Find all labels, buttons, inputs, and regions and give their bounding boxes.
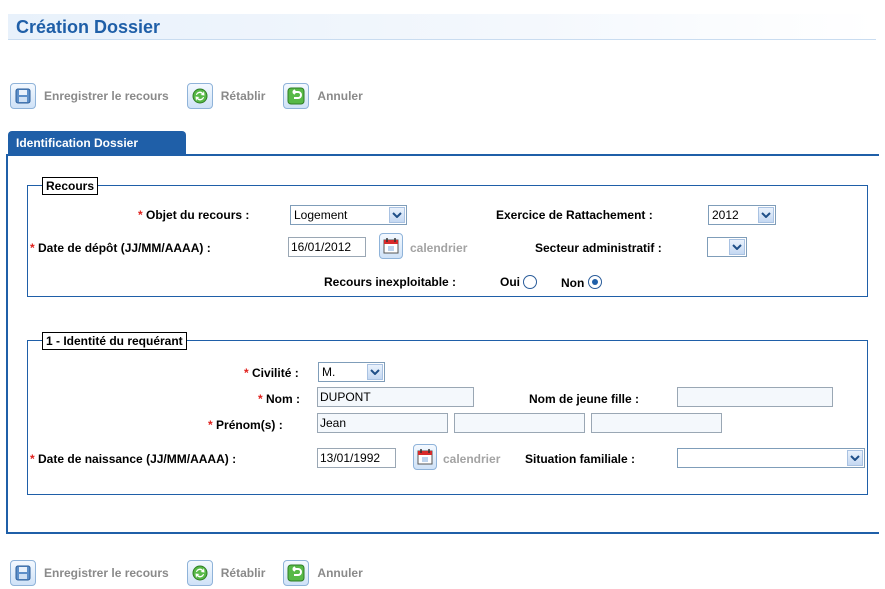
save-button[interactable]: Enregistrer le recours bbox=[10, 560, 169, 586]
nom-input[interactable]: DUPONT bbox=[317, 387, 474, 407]
date-depot-label: * Date de dépôt (JJ/MM/AAAA) : bbox=[30, 241, 211, 255]
bottom-toolbar: Enregistrer le recours Rétablir Annuler bbox=[10, 557, 381, 589]
situation-select[interactable] bbox=[677, 448, 865, 468]
exercice-label: Exercice de Rattachement : bbox=[496, 208, 653, 222]
save-icon bbox=[10, 83, 36, 109]
nom-jeune-fille-input[interactable] bbox=[677, 387, 833, 407]
required-marker: * bbox=[30, 452, 35, 466]
inexploitable-label: Recours inexploitable : bbox=[324, 275, 457, 289]
undo-icon bbox=[283, 560, 310, 586]
header-divider bbox=[8, 39, 876, 40]
calendar-icon[interactable] bbox=[413, 444, 437, 470]
civilite-select-value: M. bbox=[322, 365, 336, 379]
page-header: Création Dossier bbox=[8, 14, 876, 40]
save-label: Enregistrer le recours bbox=[44, 89, 169, 103]
top-toolbar: Enregistrer le recours Rétablir Annuler bbox=[10, 80, 381, 112]
required-marker: * bbox=[208, 418, 213, 432]
non-label: Non bbox=[561, 276, 585, 290]
prenom-label: * Prénom(s) : bbox=[208, 418, 283, 432]
save-label: Enregistrer le recours bbox=[44, 566, 169, 580]
exercice-select-value: 2012 bbox=[712, 208, 739, 222]
calendar-link[interactable]: calendrier bbox=[410, 241, 467, 255]
calendar-icon[interactable] bbox=[379, 233, 403, 259]
required-marker: * bbox=[258, 392, 263, 406]
chevron-down-icon bbox=[367, 364, 383, 380]
reset-button[interactable]: Rétablir bbox=[186, 560, 266, 586]
nom-jeune-fille-label: Nom de jeune fille : bbox=[529, 392, 640, 406]
calendar-link[interactable]: calendrier bbox=[443, 452, 500, 466]
cancel-label: Annuler bbox=[317, 566, 363, 580]
prenom-input-2[interactable] bbox=[454, 413, 585, 433]
prenom-input-1[interactable]: Jean bbox=[317, 413, 448, 433]
required-marker: * bbox=[244, 366, 249, 380]
exercice-select[interactable]: 2012 bbox=[708, 205, 776, 225]
reset-label: Rétablir bbox=[220, 566, 266, 580]
secteur-label: Secteur administratif : bbox=[535, 241, 662, 255]
required-marker: * bbox=[138, 208, 143, 222]
page-title: Création Dossier bbox=[16, 17, 161, 37]
refresh-icon bbox=[186, 560, 213, 586]
identite-legend: 1 - Identité du requérant bbox=[42, 332, 187, 350]
undo-icon bbox=[283, 83, 310, 109]
non-radio[interactable] bbox=[588, 275, 602, 289]
objet-select-value: Logement bbox=[294, 208, 348, 222]
reset-button[interactable]: Rétablir bbox=[186, 83, 266, 109]
civilite-label: * Civilité : bbox=[244, 366, 299, 380]
chevron-down-icon bbox=[729, 239, 745, 255]
date-naissance-label: * Date de naissance (JJ/MM/AAAA) : bbox=[30, 452, 237, 466]
nom-label: * Nom : bbox=[258, 392, 301, 406]
chevron-down-icon bbox=[847, 450, 863, 466]
prenom-input-3[interactable] bbox=[591, 413, 722, 433]
date-naissance-input[interactable]: 13/01/1992 bbox=[317, 448, 396, 468]
objet-select[interactable]: Logement bbox=[290, 205, 407, 225]
save-button[interactable]: Enregistrer le recours bbox=[10, 83, 169, 109]
date-depot-input[interactable]: 16/01/2012 bbox=[288, 237, 366, 257]
cancel-button[interactable]: Annuler bbox=[283, 560, 363, 586]
secteur-select[interactable] bbox=[707, 237, 747, 257]
chevron-down-icon bbox=[758, 207, 774, 223]
refresh-icon bbox=[186, 83, 213, 109]
cancel-button[interactable]: Annuler bbox=[283, 83, 363, 109]
oui-radio[interactable] bbox=[523, 275, 537, 289]
oui-label: Oui bbox=[500, 275, 520, 289]
civilite-select[interactable]: M. bbox=[318, 362, 385, 382]
save-icon bbox=[10, 560, 36, 586]
tab-identification-dossier[interactable]: Identification Dossier bbox=[8, 131, 186, 155]
required-marker: * bbox=[30, 241, 35, 255]
objet-label: * Objet du recours : bbox=[138, 208, 250, 222]
reset-label: Rétablir bbox=[220, 89, 266, 103]
chevron-down-icon bbox=[389, 207, 405, 223]
situation-label: Situation familiale : bbox=[525, 452, 636, 466]
recours-legend: Recours bbox=[42, 177, 99, 195]
cancel-label: Annuler bbox=[317, 89, 363, 103]
